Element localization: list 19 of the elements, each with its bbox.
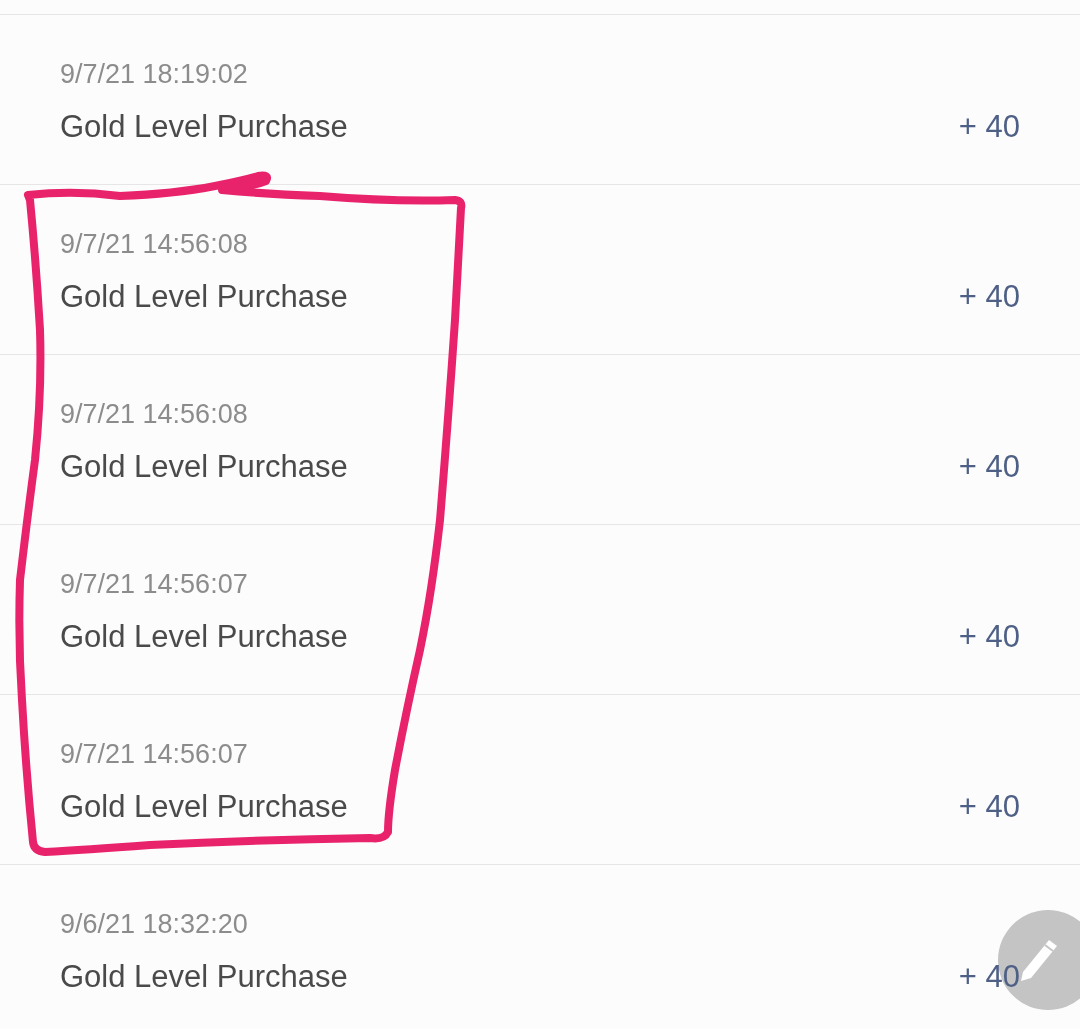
transaction-timestamp: 9/6/21 18:32:20 [60,908,248,941]
transaction-amount: + 40 [958,618,1020,656]
transaction-timestamp: 9/7/21 18:19:02 [60,58,248,91]
transaction-timestamp: 9/7/21 14:56:08 [60,398,248,431]
transaction-title: Gold Level Purchase [60,278,348,316]
transaction-amount: + 40 [958,278,1020,316]
transaction-title: Gold Level Purchase [60,788,348,826]
transaction-timestamp: 9/7/21 14:56:07 [60,738,248,771]
transaction-title: Gold Level Purchase [60,958,348,996]
transaction-amount: + 40 [958,448,1020,486]
pencil-icon [1019,938,1059,982]
transaction-amount: + 40 [958,108,1020,146]
transaction-title: Gold Level Purchase [60,448,348,486]
transaction-amount: + 40 [958,958,1020,996]
transaction-timestamp: 9/7/21 14:56:07 [60,568,248,601]
transaction-timestamp: 9/7/21 14:56:08 [60,228,248,261]
transaction-title: Gold Level Purchase [60,108,348,146]
transaction-title: Gold Level Purchase [60,618,348,656]
transaction-amount: + 40 [958,788,1020,826]
